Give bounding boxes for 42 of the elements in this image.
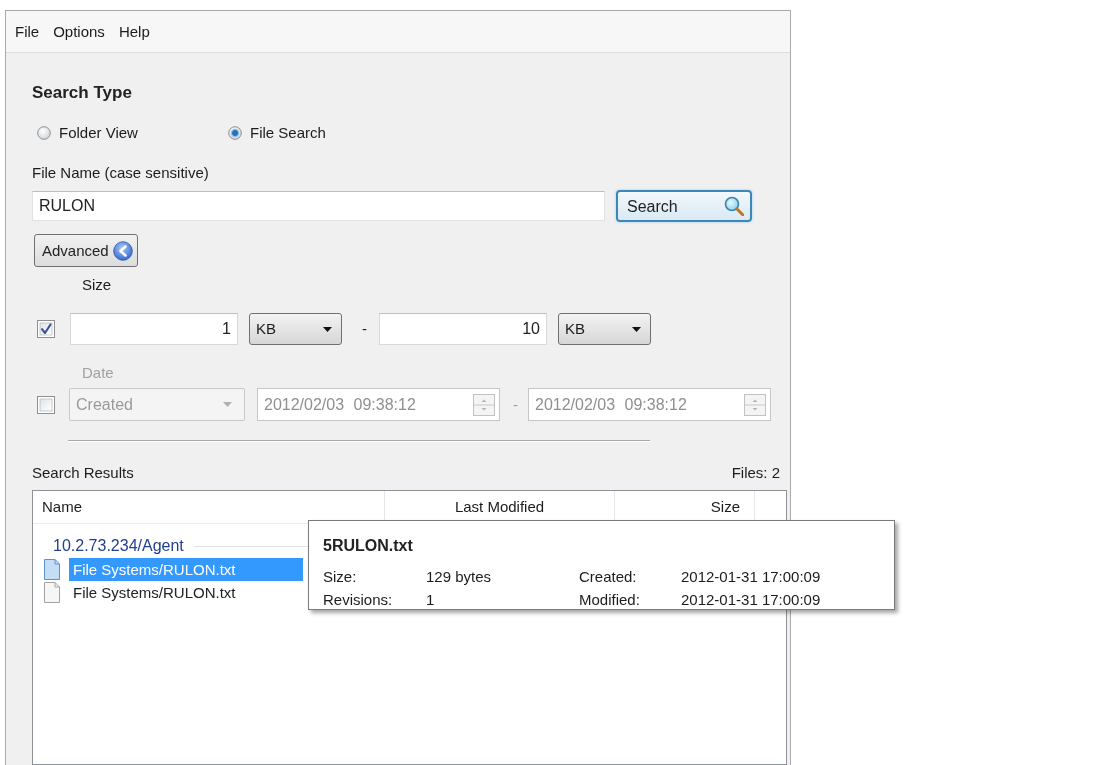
caret-icon: [223, 402, 232, 407]
caret-icon: [632, 326, 641, 332]
document-icon: [44, 559, 60, 580]
menu-item[interactable]: File: [10, 22, 49, 41]
spinner-icon[interactable]: [744, 393, 766, 416]
section-label: Search Results: [32, 464, 134, 482]
caret-icon: [323, 326, 332, 332]
radio-label[interactable]: File Search: [250, 124, 326, 143]
field-label: Revisions:: [323, 591, 394, 610]
field-label: File Name (case sensitive): [32, 164, 209, 183]
range-dash: -: [513, 395, 518, 414]
field-value: 2012-01-31 17:00:09: [681, 591, 822, 610]
group-label: 10.2.73.234/Agent: [53, 536, 184, 556]
radio-button[interactable]: [37, 126, 51, 141]
menu-item[interactable]: Options: [48, 22, 114, 41]
field-value: 1: [426, 591, 436, 610]
range-dash: -: [362, 320, 367, 338]
document-icon: [44, 582, 60, 603]
advanced-button[interactable]: Advanced: [34, 234, 138, 267]
unit-dropdown[interactable]: KB: [249, 313, 342, 345]
checkbox[interactable]: [37, 320, 55, 338]
filter-label: Date: [82, 364, 114, 382]
size-min-field[interactable]: 1: [70, 313, 238, 345]
file-count: Files: 2: [731, 464, 780, 482]
field-value: 2012-01-31 17:00:09: [681, 568, 822, 587]
field-value: 129 bytes: [426, 568, 493, 587]
list-item[interactable]: File Systems/RULON.txt: [69, 581, 303, 604]
search-button[interactable]: Search: [616, 190, 752, 223]
field-label: Created:: [579, 568, 638, 587]
radio-label[interactable]: Folder View: [59, 124, 138, 143]
radio-button[interactable]: [228, 126, 242, 141]
tooltip-title: 5RULON.txt: [323, 536, 414, 556]
filter-label: Size: [82, 276, 112, 294]
field-label: Size:: [323, 568, 358, 587]
field-label: Modified:: [579, 591, 641, 610]
section-title: Search Type: [32, 83, 132, 104]
menu-item[interactable]: Help: [113, 22, 159, 41]
search-icon: [724, 196, 744, 217]
unit-dropdown[interactable]: KB: [558, 313, 651, 345]
file-name-field[interactable]: RULON: [32, 191, 605, 222]
size-max-field[interactable]: 10: [379, 313, 547, 345]
spinner-icon[interactable]: [473, 393, 495, 416]
